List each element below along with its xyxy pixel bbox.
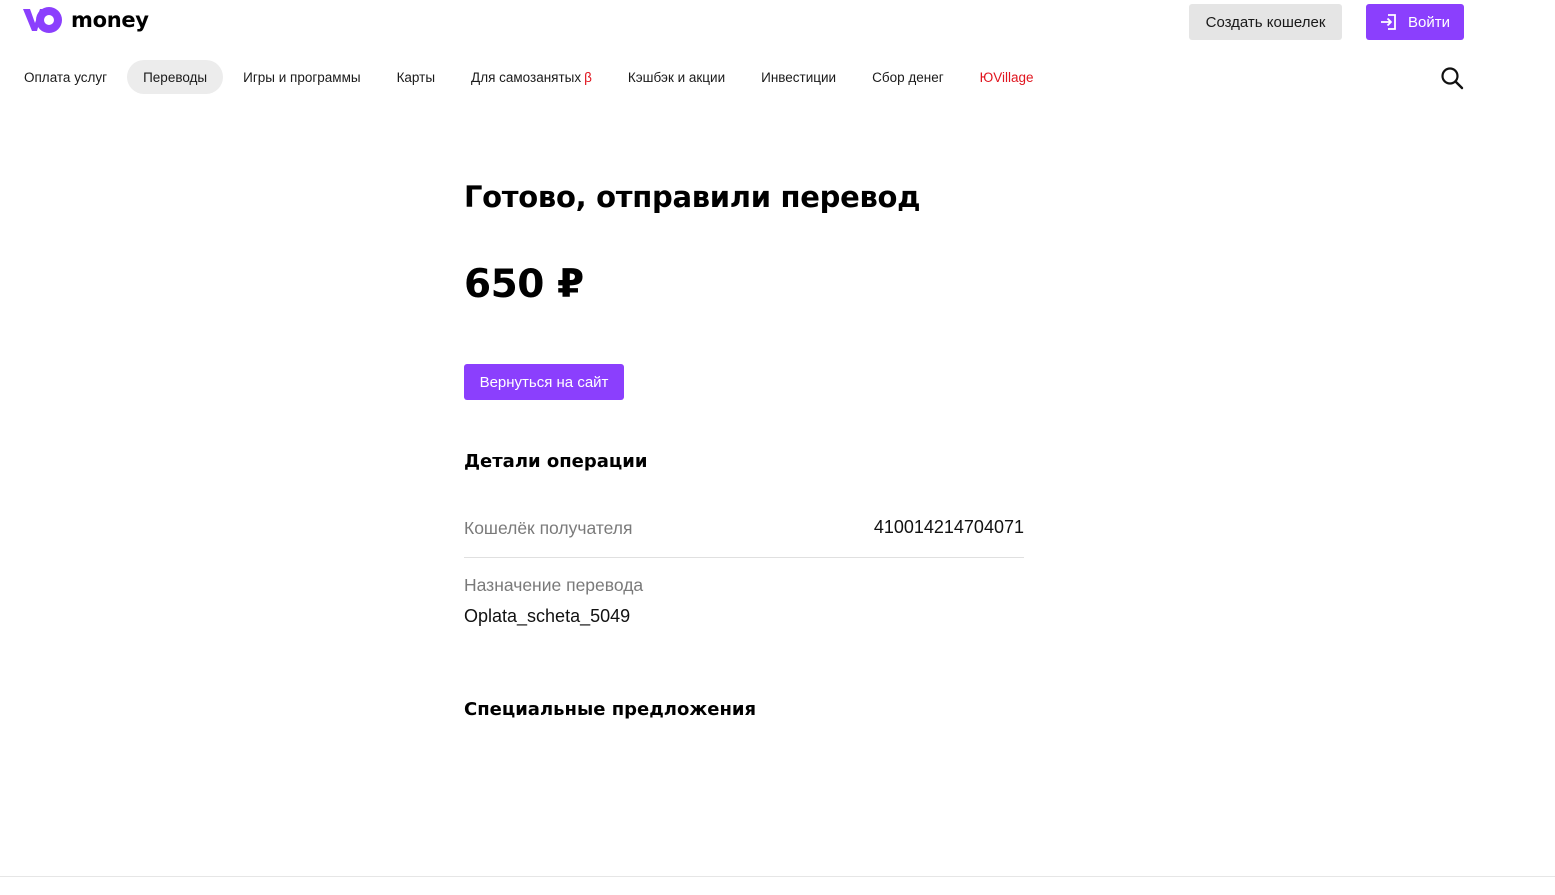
- login-label: Войти: [1408, 13, 1450, 31]
- nav-item-investments[interactable]: Инвестиции: [745, 60, 852, 94]
- recipient-wallet-row: Кошелёк получателя 410014214704071: [464, 505, 1024, 558]
- nav-item-fundraising[interactable]: Сбор денег: [856, 60, 960, 94]
- nav-item-label: Игры и программы: [243, 69, 361, 85]
- recipient-wallet-label: Кошелёк получателя: [464, 518, 633, 538]
- nav-item-label: Переводы: [143, 69, 208, 85]
- page-title: Готово, отправили перевод: [464, 180, 921, 214]
- special-offers-title: Специальные предложения: [464, 699, 757, 720]
- header: money Создать кошелек Войти Оплата услуг…: [0, 0, 1555, 110]
- logo-text: money: [71, 7, 149, 32]
- nav-item-label: Инвестиции: [761, 69, 837, 85]
- search-icon[interactable]: [1440, 66, 1464, 90]
- create-wallet-button[interactable]: Создать кошелек: [1189, 4, 1342, 40]
- logo[interactable]: money: [23, 5, 149, 35]
- nav-item-label: ЮVillage: [979, 69, 1034, 85]
- recipient-wallet-value: 410014214704071: [873, 517, 1024, 537]
- nav-item-label: Кэшбэк и акции: [627, 69, 726, 85]
- login-button[interactable]: Войти: [1366, 4, 1464, 40]
- back-to-site-button[interactable]: Вернуться на сайт: [464, 364, 624, 400]
- nav-item-label: Для самозанятых: [471, 69, 582, 85]
- nav-item-transfers[interactable]: Переводы: [127, 60, 224, 94]
- nav-item-self-employed[interactable]: Для самозанятых β: [455, 60, 608, 94]
- nav-item-label: Оплата услуг: [24, 69, 108, 85]
- transfer-purpose-row: Назначение перевода Oplata_scheta_5049: [464, 575, 1024, 627]
- details-title: Детали операции: [464, 451, 648, 472]
- nav-item-cards[interactable]: Карты: [381, 60, 451, 94]
- divider: [0, 876, 1555, 877]
- transfer-purpose-label: Назначение перевода: [464, 575, 644, 595]
- nav-item-label: Карты: [396, 69, 436, 85]
- yoomoney-logo-icon: [23, 7, 62, 33]
- login-icon: [1381, 14, 1396, 30]
- nav-item-label: Сбор денег: [872, 69, 944, 85]
- nav-item-payments[interactable]: Оплата услуг: [8, 60, 123, 94]
- transfer-amount: 650 ₽: [464, 262, 584, 307]
- nav-item-cashback[interactable]: Кэшбэк и акции: [612, 60, 741, 94]
- transfer-purpose-value: Oplata_scheta_5049: [464, 606, 631, 626]
- nav-item-yuvillage[interactable]: ЮVillage: [964, 60, 1050, 94]
- main-nav: Оплата услуг Переводы Игры и программы К…: [8, 60, 1054, 94]
- beta-badge: β: [584, 69, 592, 85]
- nav-item-games[interactable]: Игры и программы: [227, 60, 376, 94]
